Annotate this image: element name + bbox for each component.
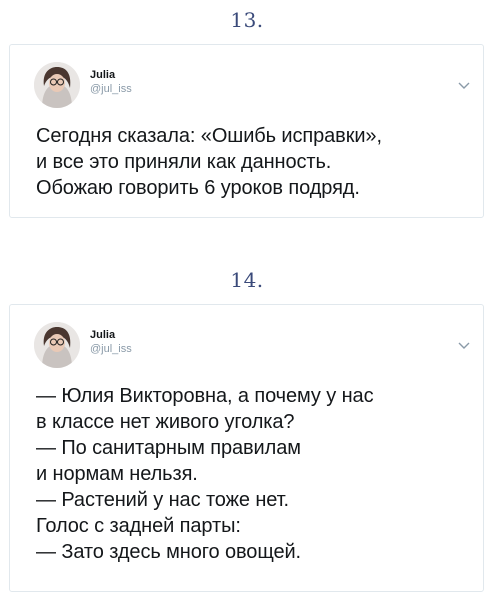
- author-name[interactable]: Julia: [90, 329, 115, 341]
- tweet-text: — Юлия Викторовна, а почему у нас в клас…: [36, 385, 374, 563]
- tweet-number: 13.: [230, 8, 264, 32]
- author-name[interactable]: Julia: [90, 69, 115, 81]
- user-avatar-photo-icon: [34, 322, 80, 368]
- user-avatar-photo-icon: [34, 62, 80, 108]
- author-handle[interactable]: @jul_iss: [90, 343, 132, 355]
- chevron-down-icon[interactable]: [457, 341, 471, 351]
- tweet-text: Сегодня сказала: «Ошибь исправки», и все…: [36, 125, 382, 199]
- tweet-card[interactable]: Julia @jul_iss Сегодня сказала: «Ошибь и…: [9, 44, 484, 218]
- avatar[interactable]: [34, 322, 80, 368]
- tweet-number: 14.: [230, 268, 264, 292]
- tweet-card[interactable]: Julia @jul_iss — Юлия Викторовна, а поче…: [9, 304, 484, 592]
- author-handle[interactable]: @jul_iss: [90, 83, 132, 95]
- chevron-down-icon[interactable]: [457, 81, 471, 91]
- avatar[interactable]: [34, 62, 80, 108]
